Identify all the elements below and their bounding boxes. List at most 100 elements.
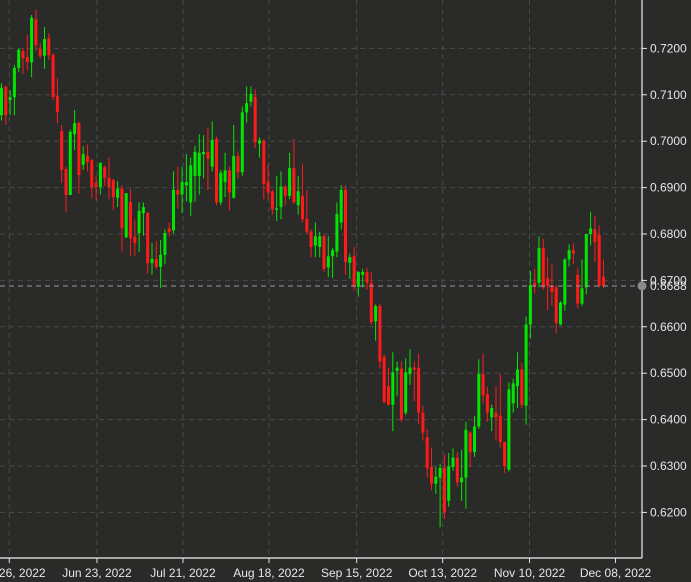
candle-body xyxy=(223,170,227,183)
candle-body xyxy=(189,165,193,203)
x-tick-label: Oct 13, 2022 xyxy=(408,566,477,580)
current-price-dot xyxy=(637,281,647,291)
candle-body xyxy=(339,189,343,223)
candle-body xyxy=(94,182,98,188)
candle-body xyxy=(430,466,433,484)
candle-body xyxy=(344,189,347,262)
y-tick-label: 0.6600 xyxy=(650,320,687,334)
candle-down xyxy=(382,354,386,404)
candle-body xyxy=(412,367,416,370)
candle-body xyxy=(313,236,317,246)
candle-body xyxy=(296,191,300,206)
y-tick-label: 0.6300 xyxy=(650,459,687,473)
y-tick-label: 0.7100 xyxy=(650,88,687,102)
x-tick-label: Aug 18, 2022 xyxy=(233,566,305,580)
candle-body xyxy=(236,156,240,173)
candle-body xyxy=(554,287,558,324)
candle-down xyxy=(520,362,524,408)
candle-body xyxy=(507,389,511,470)
candle-body xyxy=(232,156,236,198)
current-price-label: 0.6688 xyxy=(650,279,687,293)
candle-body xyxy=(490,408,494,418)
candle-body xyxy=(98,163,102,188)
candle-body xyxy=(103,167,107,178)
candle-body xyxy=(240,112,244,173)
candle-up xyxy=(68,129,72,196)
candle-body xyxy=(154,259,158,267)
candle-body xyxy=(361,272,365,275)
candle-body xyxy=(391,372,395,405)
candle-up xyxy=(563,258,567,311)
candle-body xyxy=(279,186,283,208)
candle-body xyxy=(184,182,188,186)
candle-body xyxy=(348,257,352,263)
candle-up xyxy=(559,301,562,326)
candle-body xyxy=(163,233,167,255)
candle-body xyxy=(275,208,279,210)
candle-body xyxy=(455,457,459,483)
candle-body xyxy=(116,188,120,198)
candle-body xyxy=(481,374,485,396)
candle-up xyxy=(240,106,244,176)
x-tick-label: Dec 08, 2022 xyxy=(580,566,652,580)
candle-down xyxy=(253,89,257,149)
candle-body xyxy=(60,130,64,170)
candle-body xyxy=(464,429,468,478)
candle-body xyxy=(77,123,81,176)
y-tick-label: 0.6900 xyxy=(650,181,687,195)
candle-down xyxy=(322,234,326,273)
candle-body xyxy=(425,437,429,469)
x-tick-label: Sep 15, 2022 xyxy=(321,566,393,580)
candle-up xyxy=(584,234,588,295)
candlestick-chart[interactable]: 0.62000.63000.64000.65000.66000.67000.68… xyxy=(0,0,691,582)
candle-body xyxy=(382,356,386,402)
candle-body xyxy=(86,156,89,163)
candle-up xyxy=(0,83,3,121)
candle-body xyxy=(451,457,455,467)
y-tick-label: 0.6200 xyxy=(650,505,687,519)
candle-body xyxy=(167,228,171,233)
candle-body xyxy=(146,213,150,264)
candle-body xyxy=(511,383,515,404)
candle-body xyxy=(30,17,34,63)
candle-up xyxy=(124,193,128,239)
candle-body xyxy=(206,151,210,159)
candle-body xyxy=(524,324,528,406)
candle-body xyxy=(494,412,498,418)
candle-body xyxy=(567,250,571,260)
candle-body xyxy=(176,189,180,195)
candle-body xyxy=(262,141,266,184)
candle-body xyxy=(51,54,55,98)
candle-body xyxy=(180,182,184,195)
candle-body xyxy=(597,234,601,286)
candle-body xyxy=(589,228,593,234)
candle-body xyxy=(266,182,270,193)
candle-body xyxy=(55,96,59,112)
candle-body xyxy=(249,93,253,102)
x-tick-label: Nov 10, 2022 xyxy=(494,566,566,580)
candle-body xyxy=(434,476,438,484)
candle-down xyxy=(344,185,347,275)
candle-body xyxy=(580,288,584,304)
candle-body xyxy=(283,186,287,196)
candle-body xyxy=(485,394,489,413)
candle-body xyxy=(253,97,257,143)
candle-body xyxy=(120,188,124,228)
candle-body xyxy=(43,39,46,56)
candle-body xyxy=(563,259,567,305)
candle-body xyxy=(356,272,360,287)
candle-body xyxy=(498,415,502,442)
candle-body xyxy=(17,49,21,68)
candle-body xyxy=(245,103,249,113)
candle-body xyxy=(64,169,68,196)
candle-body xyxy=(503,441,507,466)
candle-body xyxy=(197,152,201,176)
candle-body xyxy=(331,250,335,257)
candle-body xyxy=(288,168,292,196)
candle-body xyxy=(528,285,532,325)
candle-body xyxy=(460,477,464,483)
candle-body xyxy=(516,369,519,387)
candle-body xyxy=(129,201,132,239)
candle-body xyxy=(68,131,72,196)
candle-body xyxy=(322,236,326,269)
